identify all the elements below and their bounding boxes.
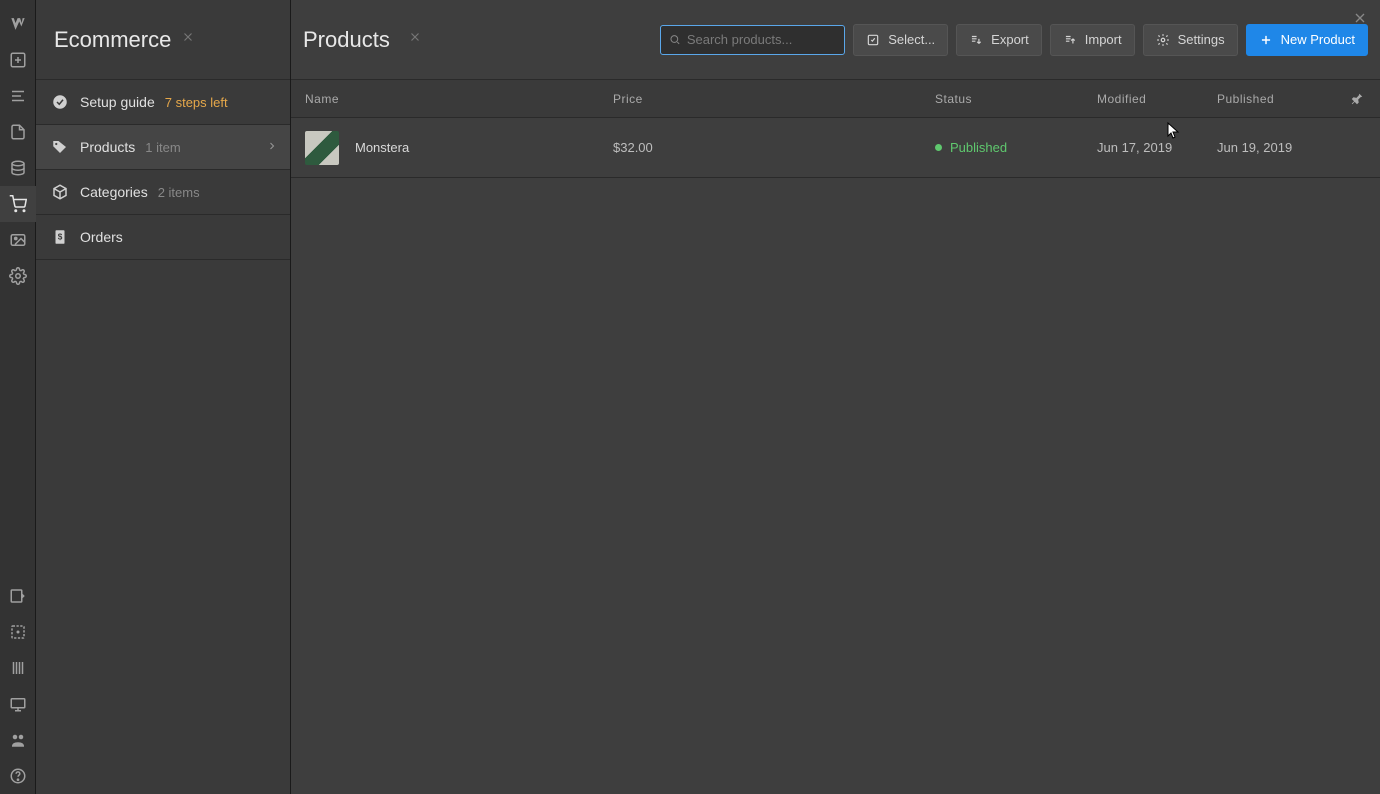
import-icon (1063, 33, 1077, 47)
import-button[interactable]: Import (1050, 24, 1135, 56)
search-field[interactable] (660, 25, 845, 55)
left-icon-rail (0, 0, 36, 794)
ecommerce-sidebar: Ecommerce Setup guide 7 steps left Produ… (36, 0, 291, 794)
sidebar-item-categories[interactable]: Categories 2 items (36, 170, 290, 215)
assets-icon[interactable] (0, 222, 36, 258)
close-panel-button[interactable] (1352, 10, 1368, 29)
setup-guide-meta: 7 steps left (165, 95, 228, 110)
xray-icon[interactable] (0, 614, 36, 650)
export-button[interactable]: Export (956, 24, 1042, 56)
close-main-icon[interactable] (408, 30, 422, 49)
add-icon[interactable] (0, 42, 36, 78)
setup-guide-label: Setup guide (80, 94, 155, 110)
status-badge: Published (935, 140, 1097, 155)
settings-label: Settings (1178, 32, 1225, 47)
cms-icon[interactable] (0, 150, 36, 186)
export-label: Export (991, 32, 1029, 47)
sidebar-item-meta: 1 item (145, 140, 180, 155)
tag-icon (50, 137, 70, 157)
sidebar-header: Ecommerce (36, 0, 290, 80)
product-row[interactable]: Monstera $32.00 Published Jun 17, 2019 J… (291, 118, 1380, 178)
new-product-label: New Product (1281, 32, 1355, 47)
sidebar-item-meta: 2 items (158, 185, 200, 200)
webflow-logo-icon[interactable] (0, 6, 36, 42)
help-icon[interactable] (0, 758, 36, 794)
check-square-icon (866, 33, 880, 47)
close-sidebar-icon[interactable] (181, 30, 195, 49)
sidebar-item-label: Products (80, 139, 135, 155)
sidebar-title: Ecommerce (54, 27, 171, 53)
column-status[interactable]: Status (935, 92, 1097, 106)
setup-guide-row[interactable]: Setup guide 7 steps left (36, 80, 290, 125)
video-icon[interactable] (0, 722, 36, 758)
sidebar-item-label: Orders (80, 229, 123, 245)
import-label: Import (1085, 32, 1122, 47)
product-published: Jun 19, 2019 (1217, 140, 1337, 155)
check-circle-icon (50, 92, 70, 112)
search-icon (669, 33, 681, 46)
select-button[interactable]: Select... (853, 24, 948, 56)
navigator-icon[interactable] (0, 78, 36, 114)
preview-icon[interactable] (0, 578, 36, 614)
pages-icon[interactable] (0, 114, 36, 150)
svg-text:$: $ (58, 232, 63, 241)
main-panel: Products Select... Export Import Setting… (291, 0, 1380, 794)
sidebar-item-orders[interactable]: $ Orders (36, 215, 290, 260)
search-input[interactable] (687, 32, 836, 47)
product-modified: Jun 17, 2019 (1097, 140, 1217, 155)
new-product-button[interactable]: New Product (1246, 24, 1368, 56)
main-title: Products (303, 27, 390, 53)
sidebar-item-label: Categories (80, 184, 148, 200)
column-modified[interactable]: Modified (1097, 92, 1217, 106)
product-price: $32.00 (613, 140, 935, 155)
settings-icon[interactable] (0, 258, 36, 294)
gear-icon (1156, 33, 1170, 47)
product-thumbnail (305, 131, 339, 165)
export-icon (969, 33, 983, 47)
plus-icon (1259, 33, 1273, 47)
breakpoints-icon[interactable] (0, 686, 36, 722)
receipt-icon: $ (50, 227, 70, 247)
table-header: Name Price Status Modified Published (291, 80, 1380, 118)
main-header: Products Select... Export Import Setting… (291, 0, 1380, 80)
product-name: Monstera (355, 140, 409, 155)
grid-icon[interactable] (0, 650, 36, 686)
pin-icon[interactable] (1337, 92, 1377, 106)
sidebar-item-products[interactable]: Products 1 item (36, 125, 290, 170)
settings-button[interactable]: Settings (1143, 24, 1238, 56)
column-published[interactable]: Published (1217, 92, 1337, 106)
column-name[interactable]: Name (291, 92, 613, 106)
ecommerce-icon[interactable] (0, 186, 36, 222)
cube-icon (50, 182, 70, 202)
status-dot-icon (935, 144, 942, 151)
select-label: Select... (888, 32, 935, 47)
column-price[interactable]: Price (613, 92, 935, 106)
status-text: Published (950, 140, 1007, 155)
chevron-right-icon (266, 140, 278, 155)
